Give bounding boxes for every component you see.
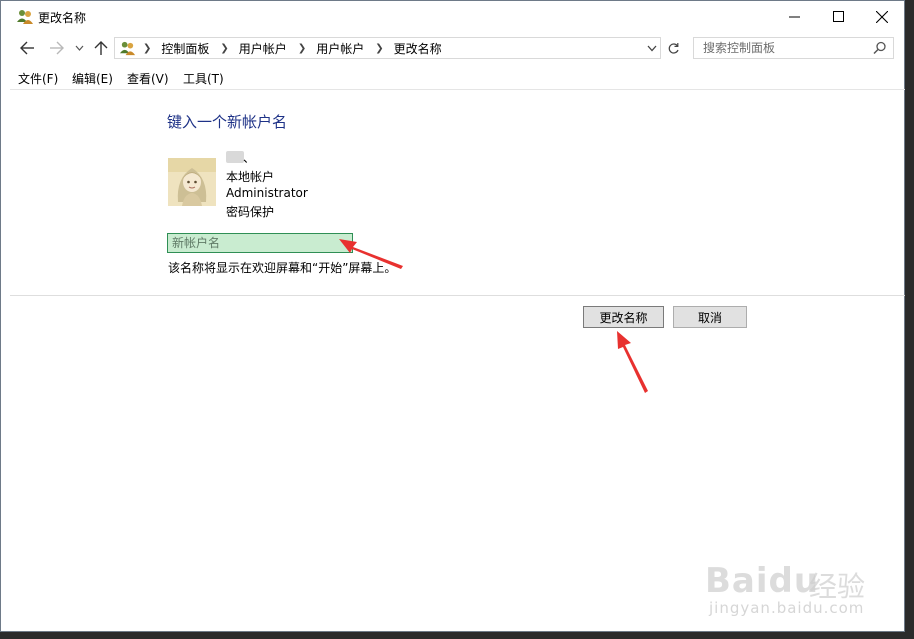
watermark-logo: Baidu bbox=[705, 561, 820, 601]
breadcrumb-separator-icon[interactable]: ❯ bbox=[143, 43, 151, 54]
refresh-button[interactable] bbox=[663, 37, 683, 59]
search-icon[interactable] bbox=[873, 41, 887, 55]
menu-tools[interactable]: 工具(T) bbox=[183, 70, 224, 87]
maximize-button[interactable] bbox=[815, 1, 861, 32]
breadcrumb-user-accounts-sub[interactable]: 用户帐户 bbox=[316, 40, 364, 57]
back-arrow-icon bbox=[20, 41, 34, 55]
footer-divider bbox=[10, 295, 905, 296]
menu-bar: 文件(F) 编辑(E) 查看(V) 工具(T) bbox=[1, 68, 904, 88]
refresh-icon bbox=[668, 42, 679, 54]
breadcrumb-separator-icon[interactable]: ❯ bbox=[298, 43, 306, 54]
change-name-button[interactable]: 更改名称 bbox=[583, 306, 664, 328]
close-button[interactable] bbox=[859, 1, 905, 32]
breadcrumb-separator-icon[interactable]: ❯ bbox=[375, 43, 383, 54]
back-button[interactable] bbox=[17, 38, 37, 58]
account-name-redacted bbox=[226, 151, 244, 163]
forward-button[interactable] bbox=[47, 38, 67, 58]
breadcrumb-control-panel[interactable]: 控制面板 bbox=[161, 40, 209, 57]
close-icon bbox=[876, 10, 888, 23]
chevron-down-icon bbox=[75, 45, 83, 51]
menu-file[interactable]: 文件(F) bbox=[18, 70, 58, 87]
title-bar: 更改名称 bbox=[1, 1, 904, 32]
search-box bbox=[693, 37, 894, 59]
content-divider bbox=[10, 89, 905, 90]
page-heading: 键入一个新帐户名 bbox=[167, 113, 288, 131]
annotation-arrows bbox=[339, 239, 648, 393]
menu-view[interactable]: 查看(V) bbox=[127, 70, 169, 87]
address-bar[interactable]: ❯ 控制面板 ❯ 用户帐户 ❯ 用户帐户 ❯ 更改名称 bbox=[114, 37, 661, 59]
window-title: 更改名称 bbox=[38, 11, 87, 25]
breadcrumb-user-accounts[interactable]: 用户帐户 bbox=[239, 40, 287, 57]
minimize-button[interactable] bbox=[771, 1, 817, 32]
users-icon bbox=[17, 10, 33, 24]
name-hint: 该名称将显示在欢迎屏幕和“开始”屏幕上。 bbox=[168, 261, 397, 275]
breadcrumb: ❯ 控制面板 ❯ 用户帐户 ❯ 用户帐户 ❯ 更改名称 bbox=[143, 38, 442, 58]
account-role: Administrator bbox=[226, 186, 308, 200]
menu-edit[interactable]: 编辑(E) bbox=[72, 70, 113, 87]
up-button[interactable] bbox=[91, 38, 111, 58]
search-input[interactable] bbox=[694, 38, 873, 58]
account-protection: 密码保护 bbox=[226, 205, 275, 219]
breadcrumb-change-name[interactable]: 更改名称 bbox=[394, 40, 442, 57]
minimize-icon bbox=[788, 16, 800, 18]
maximize-icon bbox=[832, 11, 844, 22]
change-name-window: 更改名称 ❯ 控制面板 ❯ 用户帐户 ❯ 用户帐户 ❯ 更改名称 搜索控制面板 … bbox=[0, 0, 905, 632]
up-arrow-icon bbox=[94, 41, 108, 55]
watermark-text: jingyan.baidu.com bbox=[709, 599, 865, 617]
address-dropdown-icon[interactable] bbox=[647, 45, 657, 52]
arrow-to-change-button-icon bbox=[617, 331, 648, 393]
breadcrumb-separator-icon[interactable]: ❯ bbox=[220, 43, 228, 54]
control-panel-users-icon bbox=[119, 41, 136, 56]
cancel-button[interactable]: 取消 bbox=[673, 306, 747, 328]
forward-arrow-icon bbox=[50, 41, 64, 55]
new-account-name-input[interactable] bbox=[167, 233, 353, 253]
avatar bbox=[168, 158, 216, 206]
account-name-suffix: 、 bbox=[243, 151, 256, 165]
recent-locations-button[interactable] bbox=[71, 38, 87, 58]
account-type: 本地帐户 bbox=[226, 170, 275, 184]
